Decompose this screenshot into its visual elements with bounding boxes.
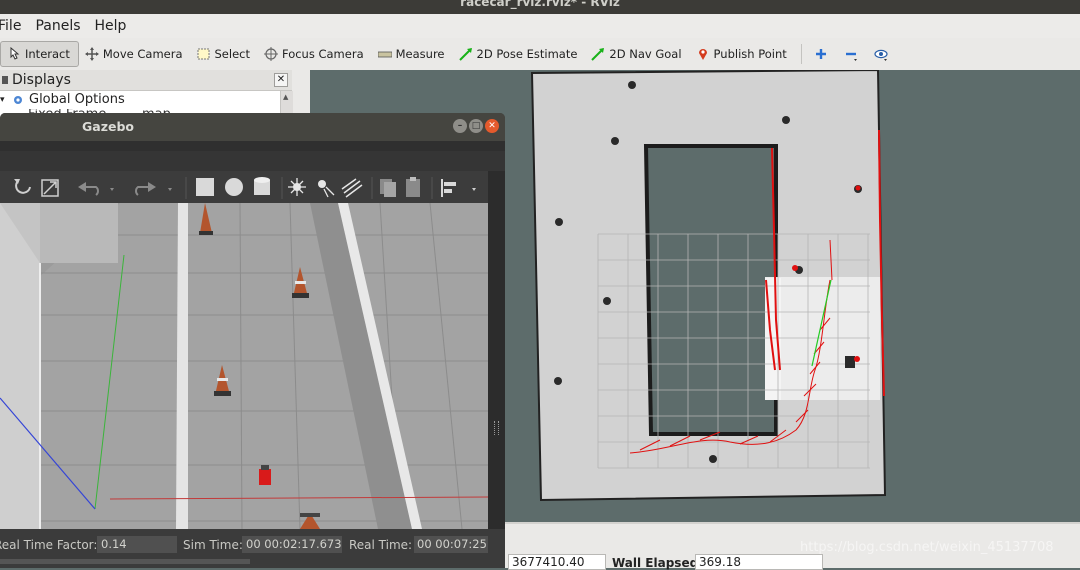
toolbar-separator	[800, 44, 802, 64]
sim-time-label: Sim Time:	[183, 538, 243, 552]
redo-icon	[135, 182, 156, 196]
menu-file[interactable]: File	[0, 18, 21, 34]
gazebo-menubar	[0, 141, 505, 151]
copy-icon	[380, 179, 396, 197]
eye-icon	[874, 47, 888, 61]
gazebo-window[interactable]: Gazebo – □ ✕ Real Time Factor: 0.14 Sim …	[0, 113, 505, 568]
gazebo-3d-scene[interactable]	[0, 203, 488, 529]
spot-light-icon	[318, 180, 335, 198]
add-icon	[814, 47, 828, 61]
add-tool-button[interactable]	[808, 41, 838, 67]
global-options-label: Global Options	[29, 92, 125, 107]
gazebo-side-handle[interactable]	[488, 171, 505, 529]
map-lit-region	[765, 277, 880, 400]
close-icon[interactable]: ✕	[485, 119, 499, 133]
displays-close-button[interactable]: ✕	[274, 73, 288, 87]
scroll-up-arrow-icon[interactable]: ▲	[283, 93, 288, 101]
real-time-label: Real Time:	[349, 538, 413, 552]
tool-interact-label: Interact	[25, 47, 70, 61]
gazebo-window-controls: – □ ✕	[453, 119, 499, 133]
gazebo-hscroll[interactable]	[0, 559, 250, 564]
focus-camera-icon	[263, 47, 278, 61]
remove-tool-button[interactable]	[838, 41, 868, 67]
tool-interact[interactable]: Interact	[0, 41, 79, 67]
tool-select-label: Select	[214, 47, 250, 61]
tool-focus-camera[interactable]: Focus Camera	[258, 41, 372, 67]
tool-2d-nav-goal-label: 2D Nav Goal	[609, 47, 682, 61]
tool-select[interactable]: Select	[191, 41, 258, 67]
paste-icon	[406, 177, 420, 197]
sphere-icon	[225, 178, 243, 196]
rviz-toolbar: Interact Move Camera Select Focus Camera…	[0, 38, 1080, 71]
tool-move-camera[interactable]: Move Camera	[79, 41, 191, 67]
gazebo-titlebar[interactable]: Gazebo – □ ✕	[0, 113, 505, 141]
menu-help[interactable]: Help	[95, 18, 127, 34]
watermark-text: https://blog.csdn.net/weixin_45137708	[800, 540, 1054, 555]
pose-arrow-icon	[458, 47, 473, 61]
measure-icon	[377, 47, 393, 61]
tool-2d-pose-estimate[interactable]: 2D Pose Estimate	[453, 41, 586, 67]
window-titlebar: racecar_rviz.rviz* - RViz	[0, 0, 1080, 14]
gazebo-menu-strip	[0, 151, 505, 171]
cursor-icon	[7, 46, 21, 61]
redo-dropdown-icon	[168, 188, 172, 191]
tool-properties-button[interactable]	[868, 41, 898, 67]
nav-goal-arrow-icon	[591, 47, 605, 61]
expand-arrow-icon[interactable]: ▾	[0, 91, 5, 109]
rotate-icon	[14, 179, 31, 194]
menubar: File Panels Help	[0, 14, 1080, 38]
directional-light-icon	[341, 178, 363, 198]
tool-measure-label: Measure	[395, 47, 445, 61]
minimize-icon[interactable]: –	[453, 119, 467, 133]
align-dropdown-icon	[472, 188, 476, 191]
window-title: racecar_rviz.rviz* - RViz	[460, 0, 620, 9]
real-time-factor-value: 0.14	[97, 536, 177, 553]
tool-2d-pose-estimate-label: 2D Pose Estimate	[476, 47, 578, 61]
tool-measure[interactable]: Measure	[372, 41, 453, 67]
panel-grip-icon	[2, 76, 8, 84]
map-pin-icon	[696, 47, 710, 61]
tool-focus-camera-label: Focus Camera	[281, 47, 364, 61]
gazebo-title: Gazebo	[82, 119, 134, 134]
gear-icon	[12, 94, 24, 106]
undo-icon	[78, 182, 99, 196]
point-light-icon	[288, 178, 306, 196]
select-icon	[197, 47, 211, 61]
sim-time-value: 00 00:02:17.673	[242, 536, 342, 553]
maximize-icon[interactable]: □	[469, 119, 483, 133]
real-time-value: 00 00:07:25	[414, 536, 488, 553]
tool-publish-point[interactable]: Publish Point	[690, 41, 795, 67]
box-icon	[196, 178, 214, 196]
wall-left	[176, 203, 188, 529]
cylinder-icon	[254, 177, 270, 195]
displays-title: Displays	[12, 72, 71, 88]
displays-header: Displays ✕	[0, 70, 292, 91]
time-panel-divider	[490, 522, 1080, 524]
tool-publish-point-label: Publish Point	[713, 47, 787, 61]
undo-dropdown-icon	[110, 188, 114, 191]
map-inner-block	[643, 144, 778, 436]
gazebo-toolbar	[0, 171, 488, 203]
remove-icon	[844, 47, 858, 61]
menu-panels[interactable]: Panels	[35, 18, 80, 34]
move-camera-icon	[84, 47, 99, 61]
splitter-grip-icon[interactable]	[494, 421, 499, 435]
tool-2d-nav-goal[interactable]: 2D Nav Goal	[585, 41, 689, 67]
tool-move-camera-label: Move Camera	[102, 47, 183, 61]
gazebo-status-bar: Real Time Factor: 0.14 Sim Time: 00 00:0…	[0, 529, 505, 568]
real-time-factor-label: Real Time Factor:	[0, 538, 98, 552]
align-icon	[441, 179, 456, 197]
scale-icon	[41, 179, 59, 197]
